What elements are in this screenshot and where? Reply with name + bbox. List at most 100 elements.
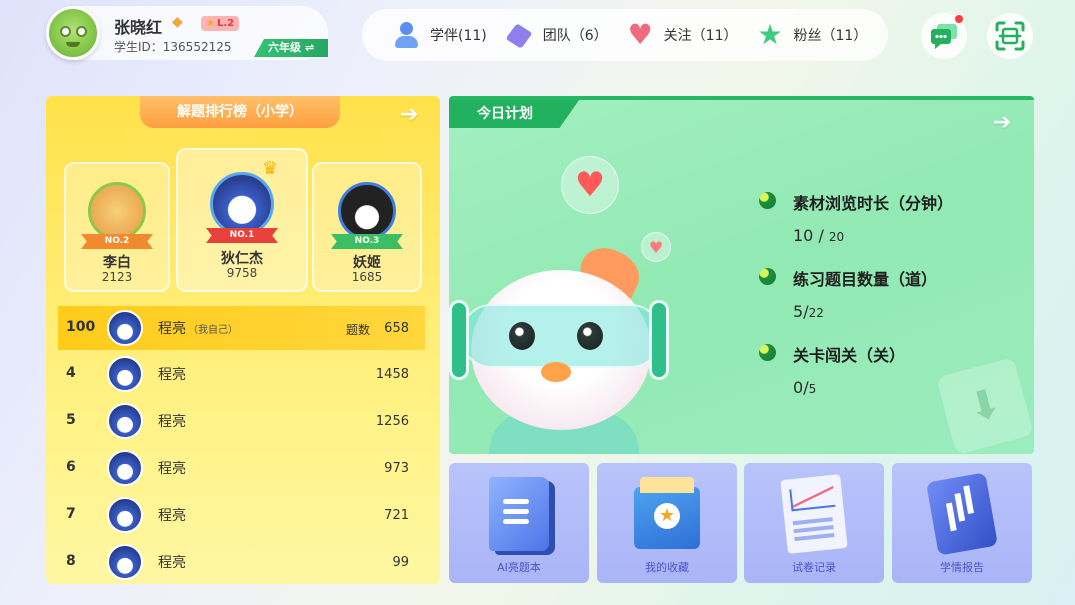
rank-name: 程亮: [158, 414, 186, 430]
ranking-row[interactable]: 8 程亮 99: [58, 540, 425, 584]
team-icon: [505, 20, 535, 50]
grade-label: 六年级: [268, 41, 301, 54]
social-label-partners: 学伴(11): [430, 28, 487, 44]
plan-sep: /: [813, 226, 829, 245]
rank-number: 7: [66, 506, 76, 522]
mascot-eye-left: [509, 322, 535, 350]
rank-name: 程亮: [158, 508, 186, 524]
bullet-dot-icon: [759, 268, 776, 285]
plan-total: 22: [808, 306, 824, 320]
rank-name-text: 程亮: [158, 321, 186, 337]
rank-count: 99: [392, 555, 409, 570]
rank-number: 6: [66, 459, 76, 475]
tool-ai-question-book[interactable]: AI亮题本: [449, 463, 589, 583]
rank-name: 程亮: [158, 367, 186, 383]
scan-icon: [995, 21, 1025, 51]
rank3-score: 1685: [351, 270, 383, 284]
rank-avatar: [107, 544, 143, 580]
plan-done: 5: [793, 302, 804, 321]
report-icon: [780, 474, 848, 554]
avatar-eye-left: [60, 26, 71, 37]
ranking-row-self[interactable]: 100 程亮 （我自己） 题数 658: [58, 306, 425, 350]
rank-name: 程亮: [158, 461, 186, 477]
plan-item-label: 素材浏览时长（分钟）: [793, 194, 954, 213]
notification-dot: [955, 15, 963, 23]
ranking-row[interactable]: 5 程亮 1256: [58, 399, 425, 446]
user-profile-card[interactable]: 张晓红 ◆ ★ L.2 学生ID：136552125 六年级 ⇌: [46, 6, 328, 60]
chat-icon: [931, 24, 957, 49]
ranking-panel: 解题排行榜（小学） ➔ NO.2 李白 2123 ♛ NO.1 狄仁杰 9758…: [46, 96, 440, 584]
mascot-headphone-left: [449, 300, 469, 380]
rank2-ribbon: NO.2: [81, 234, 153, 249]
rank-avatar: [107, 450, 143, 486]
rank-count: 658: [384, 321, 409, 336]
ranking-row[interactable]: 7 程亮 721: [58, 493, 425, 540]
diamond-icon: ◆: [172, 14, 183, 30]
mascot-eye-right: [577, 322, 603, 350]
self-tag: （我自己）: [188, 325, 238, 336]
plan-item-label: 关卡闯关（关）: [793, 346, 906, 365]
scan-button[interactable]: [987, 13, 1033, 59]
ranking-row[interactable]: 4 程亮 1458: [58, 352, 425, 399]
rank2-score: 2123: [101, 270, 133, 284]
rank1-ribbon: NO.1: [206, 228, 278, 243]
rank-number: 5: [66, 412, 76, 428]
rank-name: 程亮 （我自己）: [158, 318, 238, 338]
book-icon: [489, 477, 549, 551]
rank-number: 4: [66, 365, 76, 381]
user-name: 张晓红: [114, 18, 163, 37]
rank3-ribbon: NO.3: [331, 234, 403, 249]
rank-avatar: [107, 497, 143, 533]
follow-heart-icon: [626, 18, 656, 51]
tool-learning-report[interactable]: 学情报告: [892, 463, 1032, 583]
download-deco-icon: ⬇: [936, 357, 1034, 454]
social-item-team[interactable]: 团队（6）: [505, 20, 608, 50]
daily-plan-panel: 今日计划 ➔ ♥ ♥ 素材浏览时长（分钟） 10 / 20 练习题目数量（道） …: [449, 96, 1034, 454]
rank-name: 程亮: [158, 555, 186, 571]
level-text: L.2: [216, 18, 235, 29]
count-label: 题数: [346, 323, 371, 337]
messages-button[interactable]: [921, 13, 967, 59]
tool-exam-records[interactable]: 试卷记录: [744, 463, 884, 583]
rank-number: 8: [66, 553, 76, 569]
partner-icon: [392, 20, 422, 50]
rank1-avatar: [210, 172, 274, 236]
fans-star-icon: [756, 18, 786, 51]
plan-total: 20: [828, 230, 845, 244]
rank-count: 721: [384, 508, 409, 523]
social-label-follow: 关注（11）: [663, 28, 738, 44]
podium-second[interactable]: NO.2 李白 2123: [64, 162, 170, 292]
social-item-partners[interactable]: 学伴(11): [392, 20, 487, 50]
social-item-follow[interactable]: 关注（11）: [626, 18, 738, 51]
bullet-dot-icon: [759, 344, 776, 361]
tool-label: 我的收藏: [645, 561, 689, 574]
plan-title: 今日计划: [449, 100, 579, 128]
tool-my-favorites[interactable]: 我的收藏: [597, 463, 737, 583]
mascot-visor: [461, 304, 661, 368]
plan-item-label: 练习题目数量（道）: [793, 270, 938, 289]
grade-switch-button[interactable]: 六年级 ⇌: [254, 39, 328, 57]
level-badge: ★ L.2: [201, 16, 240, 31]
plan-item-progress: 10 / 20: [793, 226, 844, 245]
avatar-eye-right: [76, 26, 87, 37]
user-avatar[interactable]: [46, 6, 100, 60]
podium-first[interactable]: ♛ NO.1 狄仁杰 9758: [176, 148, 308, 292]
plan-more-arrow-icon[interactable]: ➔: [993, 110, 1011, 135]
social-label-fans: 粉丝（11）: [793, 28, 868, 44]
swap-icon: ⇌: [305, 41, 315, 54]
avatar-mouth: [66, 42, 80, 47]
social-label-team: 团队（6）: [542, 28, 608, 44]
tool-label: AI亮题本: [497, 561, 541, 574]
plan-done: 10: [793, 226, 814, 245]
social-item-fans[interactable]: 粉丝（11）: [756, 18, 868, 51]
ranking-row[interactable]: 6 程亮 973: [58, 446, 425, 493]
ranking-more-arrow-icon[interactable]: ➔: [400, 102, 418, 127]
ranking-title: 解题排行榜（小学）: [140, 96, 340, 128]
rank3-avatar: [338, 182, 396, 240]
plan-item-progress: 5/22: [793, 302, 824, 321]
rank-avatar: [107, 356, 143, 392]
podium-third[interactable]: NO.3 妖姬 1685: [312, 162, 422, 292]
tool-label: 学情报告: [940, 561, 984, 574]
rank2-avatar: [88, 182, 146, 240]
rank-count: 1256: [375, 414, 409, 429]
